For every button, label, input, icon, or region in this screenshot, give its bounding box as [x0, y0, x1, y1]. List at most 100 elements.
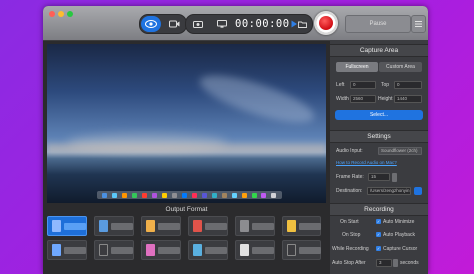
frame-rate-stepper[interactable]	[392, 173, 397, 182]
browse-folder-icon[interactable]	[414, 187, 422, 195]
frame-rate-label: Frame Rate:	[336, 174, 364, 180]
auto-stop-stepper[interactable]	[393, 259, 398, 267]
format-option-9[interactable]	[141, 240, 181, 260]
video-file-icon	[240, 220, 249, 232]
video-file-icon	[52, 244, 61, 256]
eye-icon	[145, 20, 157, 28]
audio-input-select[interactable]: Soundflower (2ch)	[378, 147, 422, 155]
width-input[interactable]: 2560	[350, 95, 376, 103]
list-icon	[415, 21, 422, 27]
destination-input[interactable]: /Users/zengzhonyin	[367, 187, 411, 195]
auto-playback-label: Auto Playback	[383, 232, 415, 238]
format-option-2[interactable]	[94, 216, 134, 236]
folder-icon	[297, 21, 307, 28]
format-label-bar	[111, 247, 133, 254]
capture-area-title: Capture Area	[330, 44, 428, 57]
format-option-4[interactable]	[188, 216, 228, 236]
format-label-bar	[205, 247, 227, 254]
height-label: Height	[378, 96, 393, 102]
auto-stop-input[interactable]: 3	[376, 259, 392, 267]
format-option-7[interactable]	[47, 240, 87, 260]
while-recording-label: While Recording	[332, 246, 369, 252]
video-file-icon	[146, 220, 155, 232]
format-label-bar	[158, 247, 180, 254]
select-area-button[interactable]: Select...	[335, 110, 423, 120]
eye-toggle-button[interactable]	[141, 16, 161, 32]
camera-icon	[168, 20, 179, 28]
format-label-bar	[299, 223, 321, 230]
settings-panel: Capture Area Fullscreen Custom Area Left…	[330, 40, 428, 274]
record-audio-help-link[interactable]: How to Record Audio on Mac?	[336, 159, 397, 166]
list-button[interactable]	[411, 15, 426, 33]
auto-minimize-label: Auto Minimize	[383, 219, 415, 225]
close-window-button[interactable]	[49, 11, 55, 17]
playback-controls: 00:00:00	[185, 14, 313, 34]
camera-toggle-button[interactable]	[164, 16, 184, 32]
left-input[interactable]: 0	[350, 81, 376, 89]
format-option-5[interactable]	[235, 216, 275, 236]
capture-cursor-checkbox[interactable]: ✓	[376, 246, 381, 251]
on-start-label: On Start	[340, 219, 359, 225]
top-label: Top	[381, 82, 390, 88]
toolbar: 00:00:00 Pause	[43, 6, 428, 41]
video-file-icon	[52, 220, 61, 232]
monitor-icon	[217, 20, 227, 28]
frame-rate-input[interactable]: 15	[368, 173, 390, 181]
format-label-bar	[205, 223, 227, 230]
format-option-11[interactable]	[235, 240, 275, 260]
recording-title: Recording	[330, 203, 428, 216]
top-input[interactable]: 0	[394, 81, 422, 89]
screenshot-button[interactable]	[188, 16, 208, 32]
pause-button-label: Pause	[369, 21, 387, 27]
format-label-bar	[64, 247, 86, 254]
format-label-bar	[299, 247, 321, 254]
auto-minimize-checkbox[interactable]: ✓	[376, 219, 381, 224]
format-option-10[interactable]	[188, 240, 228, 260]
format-option-6[interactable]	[282, 216, 321, 236]
format-option-12[interactable]	[282, 240, 321, 260]
output-format-grid	[47, 216, 326, 274]
audio-file-icon	[287, 244, 296, 256]
video-file-icon	[99, 220, 108, 232]
format-label-bar	[158, 223, 180, 230]
preview-horizon-glow	[47, 144, 326, 154]
preview-cloud	[195, 66, 319, 132]
format-label-bar	[64, 223, 86, 230]
format-label-bar	[111, 223, 133, 230]
on-stop-label: On Stop	[342, 232, 361, 238]
video-file-icon	[193, 244, 202, 256]
view-toggle-group	[139, 14, 187, 34]
audio-file-icon	[287, 220, 296, 232]
preview-dock	[97, 191, 282, 199]
format-label-bar	[252, 223, 274, 230]
pause-button[interactable]: Pause	[345, 15, 411, 33]
format-option-3[interactable]	[141, 216, 181, 236]
maximize-window-button[interactable]	[67, 11, 73, 17]
video-file-icon	[240, 244, 249, 256]
auto-stop-label: Auto Stop After	[332, 260, 366, 266]
folder-button[interactable]	[294, 16, 310, 32]
minimize-window-button[interactable]	[58, 11, 64, 17]
width-label: Width	[336, 96, 349, 102]
record-dot-icon	[319, 16, 333, 30]
record-button[interactable]	[314, 11, 338, 35]
custom-area-mode-button[interactable]: Custom Area	[379, 62, 422, 72]
format-option-1[interactable]	[47, 216, 87, 236]
auto-stop-unit: seconds	[400, 260, 419, 266]
video-file-icon	[193, 220, 202, 232]
fullscreen-mode-button[interactable]: Fullscreen	[336, 62, 378, 72]
select-area-button-label: Select...	[369, 112, 389, 118]
video-file-icon	[99, 244, 108, 256]
audio-input-label: Audio Input:	[336, 148, 363, 154]
left-label: Left	[336, 82, 345, 88]
display-select-button[interactable]	[212, 16, 232, 32]
auto-playback-checkbox[interactable]: ✓	[376, 232, 381, 237]
capture-cursor-label: Capture Cursor	[383, 246, 418, 252]
format-option-8[interactable]	[94, 240, 134, 260]
settings-title: Settings	[330, 130, 428, 143]
screen-preview[interactable]	[47, 44, 326, 203]
screenshot-icon	[193, 21, 203, 28]
format-label-bar	[252, 247, 274, 254]
height-input[interactable]: 1440	[394, 95, 422, 103]
app-window: 00:00:00 Pause Output Format Capture Are…	[43, 6, 428, 274]
